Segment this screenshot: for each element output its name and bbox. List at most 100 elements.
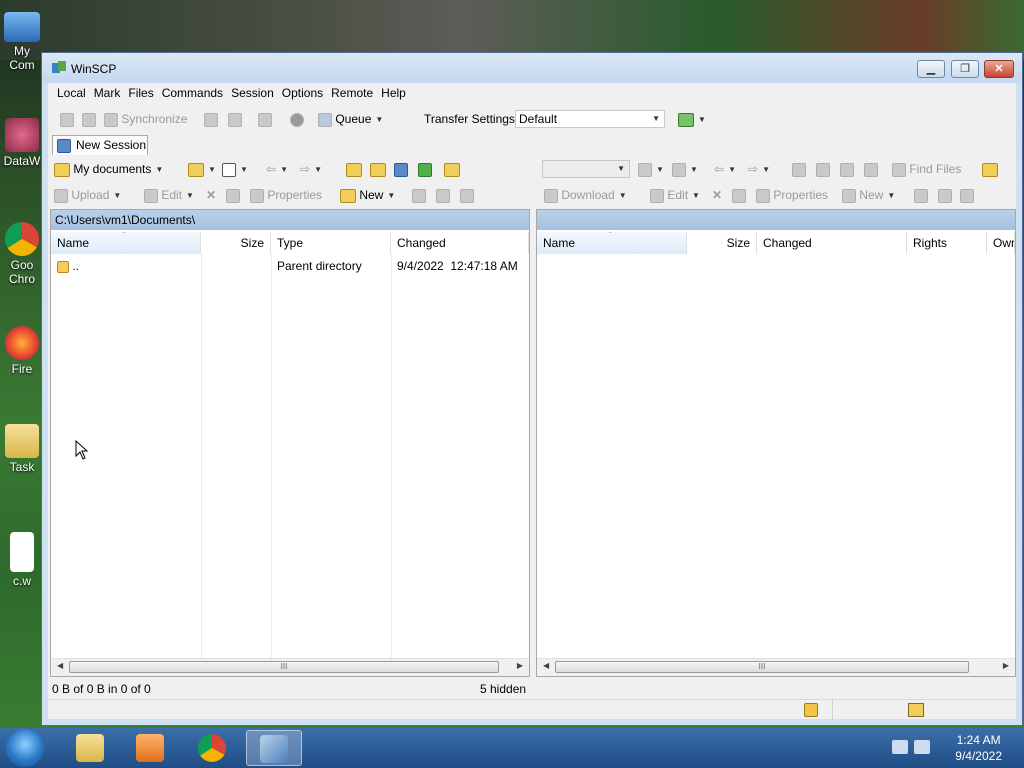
remote-location-combo[interactable]: ▼ [542,160,630,178]
tab-new-session[interactable]: New Session [52,135,148,155]
download-button[interactable]: Download ▼ [544,186,627,204]
sync-browsing-button[interactable] [258,110,272,128]
remote-unselect-button[interactable] [938,186,952,204]
desktop-icon-file[interactable]: c.w [0,532,44,588]
local-new-button[interactable]: New ▼ [340,186,395,204]
network-icon[interactable] [892,740,908,754]
remote-rename-button[interactable] [732,186,746,204]
local-forward-button[interactable]: ⇨ ▼ [300,160,322,178]
scroll-left-icon[interactable]: ◀ [57,661,63,670]
column-header-name[interactable]: Name ˆ [537,231,687,254]
desktop-icon-computer[interactable]: My Com [0,12,44,72]
local-filter-button[interactable]: ▼ [222,160,248,178]
minimize-button[interactable]: ▁ [917,60,945,78]
preferences-button[interactable] [290,110,304,128]
local-home-button[interactable] [394,160,408,178]
taskbar-media-player[interactable] [122,730,178,766]
transfer-settings-select[interactable]: Default ▼ [515,110,665,128]
local-open-dir-button[interactable]: ▼ [188,160,216,178]
close-button[interactable]: ✕ [984,60,1014,78]
taskbar-chrome[interactable] [184,730,240,766]
transfer-presets-button[interactable]: ▼ [678,110,706,128]
maximize-button[interactable]: ❐ [951,60,979,78]
local-edit-button[interactable]: Edit ▼ [144,186,194,204]
menu-remote[interactable]: Remote [327,83,377,103]
local-select-button[interactable] [412,186,426,204]
menu-local[interactable]: Local [53,83,90,103]
scroll-thumb[interactable]: III [69,661,499,673]
console-button[interactable] [204,110,218,128]
scroll-right-icon[interactable]: ▶ [517,661,523,670]
remote-refresh-button[interactable] [864,160,878,178]
menu-options[interactable]: Options [278,83,327,103]
find-files-button[interactable]: Find Files [892,160,961,178]
column-header-owner[interactable]: Owr [987,232,1015,254]
mouse-cursor-icon [75,439,89,463]
local-properties-button[interactable]: Properties [250,186,322,204]
local-parent-dir-button[interactable] [346,160,362,178]
remote-edit-button[interactable]: Edit ▼ [650,186,700,204]
remote-horizontal-scrollbar[interactable]: ◀ III ▶ [537,658,1015,676]
remote-home-button[interactable] [840,160,854,178]
keep-uptodate-button[interactable] [82,110,96,128]
remote-root-dir-button[interactable] [816,160,830,178]
column-header-changed[interactable]: Changed [391,232,529,254]
taskbar-winscp[interactable] [246,730,302,766]
desktop-icon-task-folder[interactable]: Task [0,424,44,474]
clock[interactable]: 1:24 AM 9/4/2022 [955,732,1002,764]
menu-mark[interactable]: Mark [90,83,125,103]
open-folder-icon [638,162,652,177]
local-refresh-button[interactable] [418,160,432,178]
remote-delete-button[interactable]: ✕ [712,186,722,204]
menu-session[interactable]: Session [227,83,278,103]
column-header-rights[interactable]: Rights [907,232,987,254]
local-delete-button[interactable]: ✕ [206,186,216,204]
column-header-size[interactable]: Size [687,232,757,254]
desktop-icon-datawizard[interactable]: DataW [0,118,44,168]
local-tree-button[interactable] [444,160,460,178]
menu-help[interactable]: Help [377,83,410,103]
title-bar[interactable]: WinSCP ▁ ❐ ✕ [42,53,1022,83]
desktop-icon-chrome[interactable]: Goo Chro [0,222,44,286]
column-header-type[interactable]: Type [271,232,391,254]
putty-button[interactable] [228,110,242,128]
volume-icon[interactable] [914,740,930,754]
local-root-dir-button[interactable] [370,160,386,178]
upload-button[interactable]: Upload ▼ [54,186,121,204]
local-rename-button[interactable] [226,186,240,204]
remote-filter-button[interactable]: ▼ [672,160,698,178]
menu-commands[interactable]: Commands [158,83,227,103]
local-back-button[interactable]: ⇦ ▼ [266,160,288,178]
column-header-changed[interactable]: Changed [757,232,907,254]
start-button[interactable] [6,729,44,767]
local-unselect-button[interactable] [436,186,450,204]
minus-icon [938,188,952,203]
remote-open-dir-button[interactable]: ▼ [638,160,664,178]
remote-new-button[interactable]: New ▼ [842,186,895,204]
menu-files[interactable]: Files [124,83,157,103]
compare-button[interactable] [60,110,74,128]
queue-button[interactable]: Queue ▼ [318,110,383,128]
remote-forward-button[interactable]: ⇨ ▼ [748,160,770,178]
desktop-icon-firefox[interactable]: Fire [0,326,44,376]
lock-icon [804,703,818,717]
column-header-name[interactable]: Name ˆ [51,231,201,254]
scroll-thumb[interactable]: III [555,661,969,673]
window-title: WinSCP [71,62,117,76]
scroll-right-icon[interactable]: ▶ [1003,661,1009,670]
local-location-combo[interactable]: My documents ▼ [54,160,163,178]
taskbar-explorer[interactable] [62,730,118,766]
remote-back-button[interactable]: ⇦ ▼ [714,160,736,178]
column-header-size[interactable]: Size [201,232,271,254]
local-filter-select-button[interactable] [460,186,474,204]
remote-select-button[interactable] [914,186,928,204]
remote-parent-dir-button[interactable] [792,160,806,178]
remote-tree-button[interactable] [982,160,998,178]
local-horizontal-scrollbar[interactable]: ◀ III ▶ [51,658,529,676]
scroll-left-icon[interactable]: ◀ [543,661,549,670]
close-icon: ✕ [994,63,1004,75]
remote-filter-select-button[interactable] [960,186,974,204]
synchronize-button[interactable]: Synchronize [104,110,187,128]
remote-properties-button[interactable]: Properties [756,186,828,204]
desktop-icon-label: Goo Chro [8,258,35,286]
